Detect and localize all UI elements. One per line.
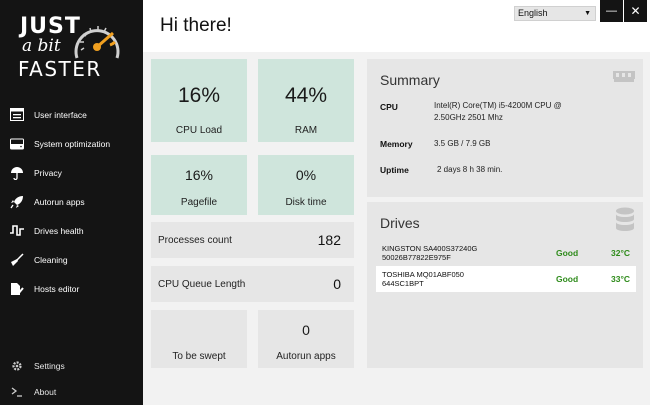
ram-label: RAM: [294, 125, 318, 136]
sidebar-item-settings[interactable]: Settings: [0, 353, 143, 379]
summary-cpu-value: Intel(R) Core(TM) i5-4200M CPU @ 2.50GHz…: [434, 101, 562, 122]
cpu-load-label: CPU Load: [175, 125, 223, 136]
sidebar-item-label: Settings: [34, 361, 65, 371]
sidebar-item-label: System optimization: [34, 138, 111, 149]
logo-text-a-bit: a bit: [22, 36, 61, 56]
pagefile-tile: 16% Pagefile: [151, 155, 247, 215]
sidebar-item-hosts-editor[interactable]: Hosts editor: [0, 274, 143, 303]
drive-model: TOSHIBA MQ01ABF050: [382, 270, 464, 279]
ram-tile: 44% RAM: [258, 59, 354, 142]
drive-model: KINGSTON SA400S37240G: [382, 244, 478, 253]
file-edit-icon: [9, 281, 25, 297]
sidebar-bottom-nav: Settings About: [0, 353, 143, 405]
pagefile-value: 16%: [184, 167, 214, 183]
close-icon: ✕: [630, 4, 641, 18]
summary-uptime-key: Uptime: [380, 165, 409, 175]
to-be-swept-label: To be swept: [172, 351, 226, 362]
header: Hi there! English ▼ — ✕: [143, 0, 650, 52]
drive-name: TOSHIBA MQ01ABF050 644SC1BPT: [382, 270, 464, 288]
sidebar: JUST a bit FASTER User interface System …: [0, 0, 143, 405]
pulse-icon: [9, 223, 25, 239]
window-icon: [9, 107, 25, 123]
summary-memory-value: 3.5 GB / 7.9 GB: [434, 139, 491, 148]
drive-serial: 50026B77822E975F: [382, 253, 451, 262]
sidebar-item-label: Autorun apps: [34, 196, 85, 207]
language-select[interactable]: English ▼: [514, 6, 596, 21]
processes-count-value: 182: [317, 232, 341, 248]
cpu-queue-label: CPU Queue Length: [158, 279, 246, 290]
app-logo: JUST a bit FASTER: [0, 0, 143, 90]
summary-panel: Summary CPU Intel(R) Core(TM) i5-4200M C…: [367, 59, 643, 197]
broom-icon: [9, 252, 25, 268]
sidebar-nav: User interface System optimization Priva…: [0, 100, 143, 303]
drive-temperature: 33°C: [611, 274, 630, 284]
disk-time-value: 0%: [295, 167, 317, 183]
language-value: English: [518, 8, 548, 18]
minimize-icon: —: [606, 5, 617, 17]
processes-count-row: Processes count 182: [151, 222, 354, 258]
summary-title: Summary: [380, 72, 440, 88]
terminal-icon: [9, 384, 25, 400]
sidebar-item-autorun-apps[interactable]: Autorun apps: [0, 187, 143, 216]
sidebar-item-label: Cleaning: [34, 254, 68, 265]
drive-serial: 644SC1BPT: [382, 279, 424, 288]
main-content: 16% CPU Load 44% RAM 16% Pagefile 0% Dis…: [143, 52, 650, 405]
cpu-load-tile: 16% CPU Load: [151, 59, 247, 142]
sidebar-item-privacy[interactable]: Privacy: [0, 158, 143, 187]
speedometer-icon: [74, 26, 120, 59]
close-button[interactable]: ✕: [624, 0, 647, 22]
autorun-apps-label: Autorun apps: [276, 351, 336, 362]
drive-name: KINGSTON SA400S37240G 50026B77822E975F: [382, 244, 477, 262]
drive-status: Good: [556, 274, 579, 284]
disk-time-tile: 0% Disk time: [258, 155, 354, 215]
chevron-down-icon: ▼: [584, 10, 591, 17]
summary-cpu-key: CPU: [380, 102, 398, 112]
processes-count-label: Processes count: [158, 235, 232, 246]
drives-title: Drives: [380, 215, 420, 231]
drives-panel: Drives KINGSTON SA400S37240G 50026B77822…: [367, 202, 643, 368]
drive-row[interactable]: KINGSTON SA400S37240G 50026B77822E975F G…: [376, 240, 636, 266]
drive-status: Good: [556, 248, 579, 258]
sidebar-item-cleaning[interactable]: Cleaning: [0, 245, 143, 274]
summary-uptime-value: 2 days 8 h 38 min.: [437, 165, 503, 174]
rocket-icon: [9, 194, 25, 210]
sidebar-item-label: Privacy: [34, 167, 62, 178]
to-be-swept-tile[interactable]: To be swept: [151, 310, 247, 368]
cpu-load-value: 16%: [177, 84, 221, 107]
sidebar-item-label: User interface: [34, 109, 87, 120]
database-icon: [616, 207, 634, 231]
drive-row[interactable]: TOSHIBA MQ01ABF050 644SC1BPT Good 33°C: [376, 266, 636, 292]
sidebar-item-label: Drives health: [34, 225, 84, 236]
gear-icon: [9, 358, 25, 374]
memory-chip-icon: [613, 71, 635, 84]
sidebar-item-system-optimization[interactable]: System optimization: [0, 129, 143, 158]
pagefile-label: Pagefile: [180, 197, 218, 208]
ram-value: 44%: [284, 84, 328, 107]
sidebar-item-about[interactable]: About: [0, 379, 143, 405]
summary-memory-key: Memory: [380, 139, 413, 149]
autorun-apps-tile[interactable]: 0 Autorun apps: [258, 310, 354, 368]
sidebar-item-user-interface[interactable]: User interface: [0, 100, 143, 129]
sidebar-item-label: About: [34, 387, 57, 397]
page-title: Hi there!: [160, 15, 232, 36]
umbrella-icon: [9, 165, 25, 181]
cpu-queue-row: CPU Queue Length 0: [151, 266, 354, 302]
disk-time-label: Disk time: [285, 197, 327, 208]
sidebar-item-drives-health[interactable]: Drives health: [0, 216, 143, 245]
drive-icon: [9, 136, 25, 152]
drive-temperature: 32°C: [611, 248, 630, 258]
sidebar-item-label: Hosts editor: [34, 283, 80, 294]
autorun-apps-value: 0: [302, 322, 310, 338]
minimize-button[interactable]: —: [600, 0, 623, 22]
cpu-queue-value: 0: [333, 276, 341, 292]
